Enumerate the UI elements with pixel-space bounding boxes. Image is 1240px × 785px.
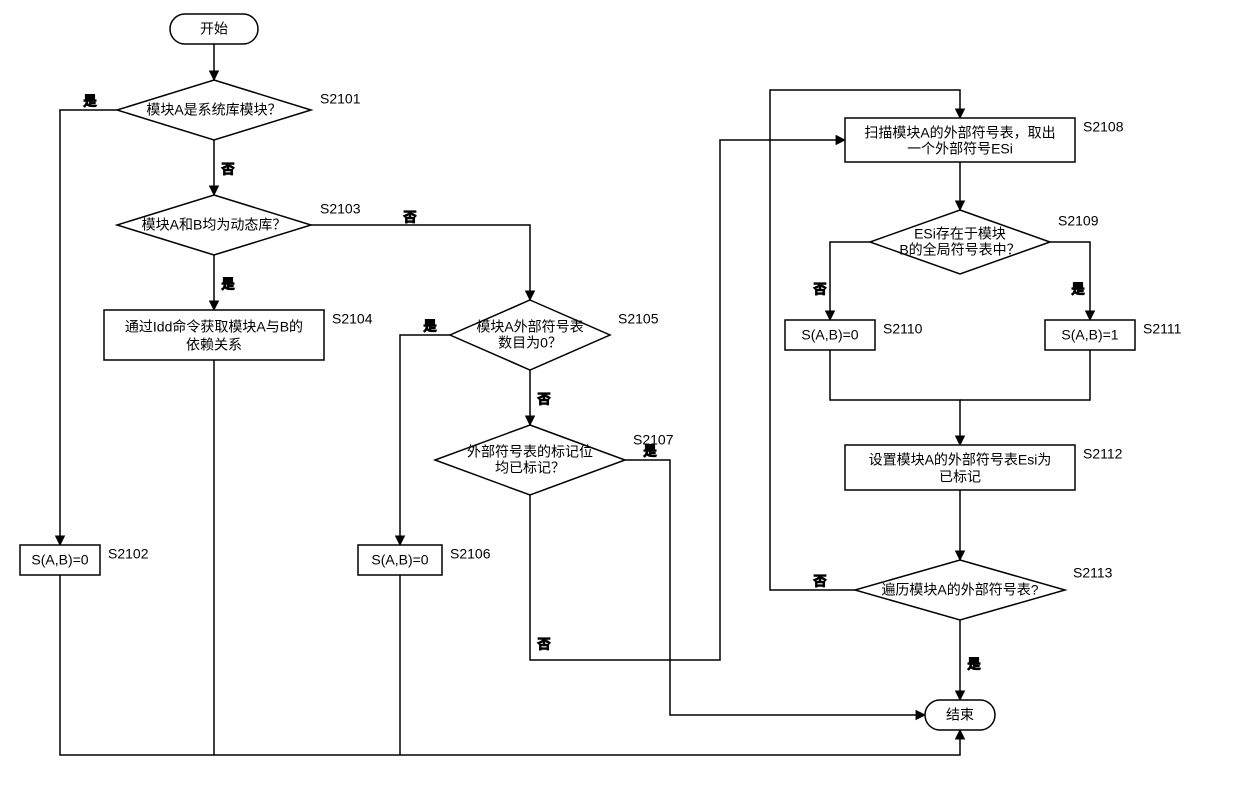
node-s2112: 设置模块A的外部符号表Esi为 已标记 S2112 (845, 445, 1123, 490)
s2105-text1: 模块A外部符号表 (476, 319, 583, 335)
s2104-text2: 依赖关系 (186, 337, 242, 353)
node-s2106: S(A,B)=0 S2106 (358, 545, 491, 575)
edge-s2107-s2108 (530, 140, 845, 660)
s2108-text2: 一个外部符号ESi (907, 141, 1013, 157)
s2102-label: S2102 (108, 546, 149, 562)
node-end: 结束 (925, 700, 995, 730)
edge-s2111-s2112 (960, 350, 1090, 400)
node-s2102: S(A,B)=0 S2102 (20, 545, 149, 575)
s2108-label: S2108 (1083, 119, 1124, 135)
node-s2105: 模块A外部符号表 数目为0？ S2105 (450, 300, 659, 370)
s2112-text2: 已标记 (939, 469, 981, 485)
edge-label-s2113-no: 否 (813, 573, 826, 588)
edge-label-s2103-no: 否 (403, 209, 416, 224)
node-s2101: 模块A是系统库模块？ S2101 (117, 80, 361, 140)
s2101-text: 模块A是系统库模块？ (146, 102, 281, 118)
s2107-text2: 均已标记？ (495, 460, 565, 476)
edge-s2102-end (60, 575, 960, 755)
edge-label-s2109-yes: 是 (1071, 281, 1084, 296)
flowchart-svg: 是 否 是 否 是 否 是 否 否 是 (0, 0, 1240, 785)
s2101-label: S2101 (320, 91, 361, 107)
s2106-label: S2106 (450, 546, 491, 562)
edge-s2110-s2112 (830, 350, 960, 445)
s2103-label: S2103 (320, 201, 361, 217)
node-s2104: 通过Idd命令获取模块A与B的 依赖关系 S2104 (104, 310, 373, 360)
s2113-label: S2113 (1073, 565, 1113, 581)
edge-label-s2101-yes: 是 (83, 93, 96, 108)
edge-label-s2107-no: 否 (537, 636, 550, 651)
node-s2113: 遍历模块A的外部符号表? S2113 (855, 560, 1113, 620)
s2107-text1: 外部符号表的标记位 (467, 444, 593, 460)
s2107-label: S2107 (633, 432, 674, 448)
s2105-text2: 数目为0？ (498, 335, 562, 351)
s2102-text: S(A,B)=0 (31, 552, 88, 568)
node-s2111: S(A,B)=1 S2111 (1045, 320, 1182, 350)
s2105-label: S2105 (618, 311, 659, 327)
s2110-text: S(A,B)=0 (801, 327, 858, 343)
s2104-label: S2104 (332, 311, 373, 327)
s2112-label: S2112 (1083, 446, 1123, 462)
edge-label-s2105-yes: 是 (423, 318, 436, 333)
s2104-text1: 通过Idd命令获取模块A与B的 (125, 319, 303, 335)
s2103-text: 模块A和B均为动态库？ (142, 217, 287, 233)
node-start: 开始 (170, 14, 258, 44)
start-label: 开始 (200, 21, 228, 37)
s2111-text: S(A,B)=1 (1061, 327, 1118, 343)
edge-s2109-s2110 (830, 242, 870, 320)
edge-label-s2105-no: 否 (537, 391, 550, 406)
node-s2110: S(A,B)=0 S2110 (785, 320, 923, 350)
s2113-text: 遍历模块A的外部符号表? (881, 582, 1038, 598)
s2111-label: S2111 (1143, 321, 1182, 337)
node-s2108: 扫描模块A的外部符号表，取出 一个外部符号ESi S2108 (845, 118, 1124, 162)
end-label: 结束 (946, 707, 974, 723)
edge-label-s2109-no: 否 (813, 281, 826, 296)
edge-s2105-s2106 (400, 335, 450, 545)
edge-label-s2113-yes: 是 (967, 656, 980, 671)
edge-s2103-s2105 (311, 225, 530, 300)
s2109-text1: ESi存在于模块 (914, 226, 1006, 242)
edge-label-s2103-yes: 是 (221, 276, 234, 291)
s2109-label: S2109 (1058, 213, 1099, 229)
s2108-text1: 扫描模块A的外部符号表，取出 (864, 125, 1055, 141)
s2110-label: S2110 (883, 321, 923, 337)
edge-label-s2101-no: 否 (221, 161, 234, 176)
s2109-text2: B的全局符号表中？ (899, 242, 1020, 258)
s2112-text1: 设置模块A的外部符号表Esi为 (869, 452, 1052, 468)
s2106-text: S(A,B)=0 (371, 552, 428, 568)
